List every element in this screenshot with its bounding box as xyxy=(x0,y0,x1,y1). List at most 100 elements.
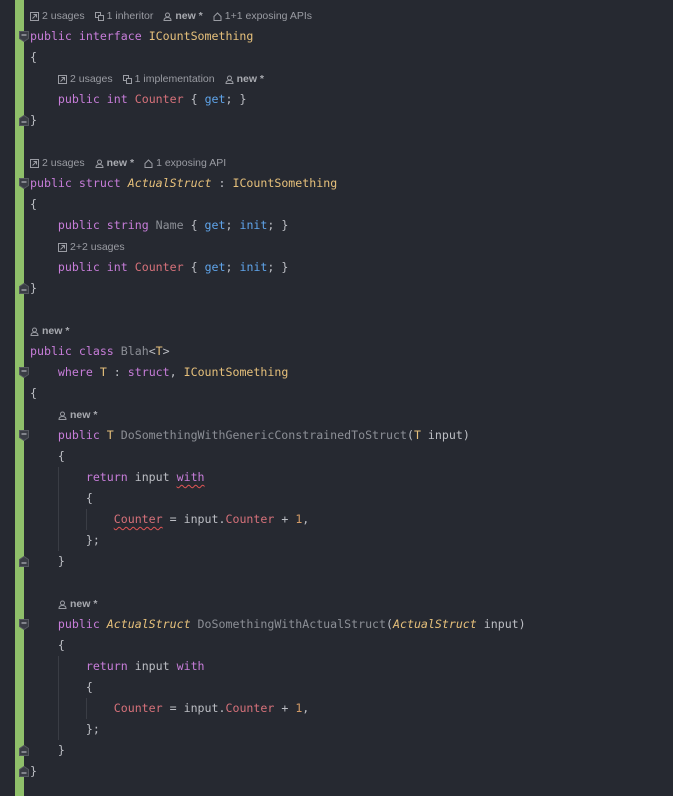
code-line[interactable]: }; xyxy=(30,530,100,551)
code-vision-hints-struct: 2 usages new * 1 exposing API xyxy=(30,155,226,171)
keyword: public xyxy=(30,176,72,190)
interface-name: ICountSomething xyxy=(183,365,289,379)
hint-label: new * xyxy=(236,73,265,85)
author-icon xyxy=(163,12,172,21)
interface-name: ICountSomething xyxy=(232,176,338,190)
type-parameter: T xyxy=(155,344,163,358)
code-line[interactable]: public class Blah<T> xyxy=(30,341,170,362)
code-line[interactable]: } xyxy=(30,551,65,572)
code-line[interactable]: public string Name { get; init; } xyxy=(30,215,288,236)
code-vision-hint[interactable]: new * xyxy=(225,71,264,87)
code-editor[interactable]: 2 usages 1 inheritor new * 1+1 exposing API… xyxy=(0,0,673,796)
accessor: init xyxy=(239,260,268,274)
code-line[interactable]: { xyxy=(30,488,93,509)
code-vision-hint[interactable]: 1 exposing API xyxy=(144,155,226,171)
author-icon xyxy=(30,327,39,336)
fold-collapse-icon[interactable] xyxy=(19,367,29,378)
keyword: interface xyxy=(78,29,142,43)
code-vision-hints-interface: 2 usages 1 inheritor new * 1+1 exposing API… xyxy=(30,8,312,24)
code-vision-hint[interactable]: 2 usages xyxy=(30,155,85,171)
hint-label: new * xyxy=(106,157,135,169)
keyword: public xyxy=(30,344,72,358)
code-line[interactable]: where T : struct, ICountSomething xyxy=(30,362,288,383)
code-line[interactable]: public ActualStruct DoSomethingWithActua… xyxy=(30,614,526,635)
keyword: int xyxy=(106,92,128,106)
code-line[interactable]: public int Counter { get; init; } xyxy=(30,257,288,278)
code-line[interactable]: public int Counter { get; } xyxy=(30,89,247,110)
code-vision-hint[interactable]: 1 inheritor xyxy=(94,8,153,24)
fold-end-icon[interactable] xyxy=(19,745,29,756)
keyword: int xyxy=(106,260,128,274)
hint-label: 2+2 usages xyxy=(70,241,125,253)
usages-icon xyxy=(30,11,39,21)
code-vision-hint[interactable]: 2+2 usages xyxy=(58,239,125,255)
code-vision-hints-struct-counter: 2+2 usages xyxy=(58,239,125,255)
code-vision-hint[interactable]: new * xyxy=(163,8,203,24)
hint-label: 1 implementation xyxy=(134,73,215,85)
code-vision-hint[interactable]: 2 usages xyxy=(58,71,113,87)
code-line[interactable]: { xyxy=(30,635,65,656)
fold-end-icon[interactable] xyxy=(19,556,29,567)
brace: } xyxy=(30,764,37,778)
method-name: DoSomethingWithActualStruct xyxy=(197,617,387,631)
keyword: struct xyxy=(127,365,170,379)
keyword: public xyxy=(30,29,72,43)
author-icon xyxy=(95,159,104,168)
hint-label: new * xyxy=(70,409,98,421)
code-line[interactable]: } xyxy=(30,278,37,299)
code-line[interactable]: { xyxy=(30,677,93,698)
hint-label: 2 usages xyxy=(42,157,85,169)
parameter-name: input xyxy=(134,659,170,673)
interface-name: ICountSomething xyxy=(148,29,254,43)
code-line[interactable]: } xyxy=(30,740,65,761)
code-line[interactable]: }; xyxy=(30,719,100,740)
usages-icon xyxy=(58,242,67,252)
hint-label: 1 exposing API xyxy=(156,157,227,169)
code-line[interactable]: public T DoSomethingWithGenericConstrain… xyxy=(30,425,470,446)
code-vision-hint[interactable]: 1 implementation xyxy=(122,71,215,87)
code-vision-hint[interactable]: 2 usages xyxy=(30,8,85,24)
number-literal: 1 xyxy=(295,701,303,715)
code-line[interactable]: Counter = input.Counter + 1, xyxy=(30,509,310,530)
code-line[interactable]: return input with xyxy=(30,656,205,677)
keyword: public xyxy=(57,260,100,274)
brace: { xyxy=(85,680,93,694)
code-vision-hint[interactable]: new * xyxy=(95,155,134,171)
property-name: Counter xyxy=(134,260,184,274)
code-line[interactable]: return input with xyxy=(30,467,205,488)
fold-collapse-icon[interactable] xyxy=(19,31,29,42)
code-line[interactable]: { xyxy=(30,383,37,404)
code-line[interactable]: Counter = input.Counter + 1, xyxy=(30,698,310,719)
parameter-name: input xyxy=(183,512,219,526)
hint-label: 2 usages xyxy=(42,10,85,22)
property-name: Name xyxy=(155,218,184,232)
code-line[interactable]: } xyxy=(30,761,37,782)
code-line[interactable]: { xyxy=(30,446,65,467)
code-vision-hint[interactable]: new * xyxy=(58,407,97,423)
code-line[interactable]: { xyxy=(30,47,37,68)
keyword: where xyxy=(57,365,93,379)
fold-end-icon[interactable] xyxy=(19,283,29,294)
keyword: return xyxy=(85,470,128,484)
fold-end-icon[interactable] xyxy=(19,115,29,126)
code-vision-hint[interactable]: 1+1 exposing APIs xyxy=(213,8,312,24)
code-vision-hint[interactable]: new * xyxy=(58,596,97,612)
brace: { xyxy=(57,638,65,652)
hint-label: 1+1 exposing APIs xyxy=(224,10,313,22)
code-line[interactable]: { xyxy=(30,194,37,215)
fold-collapse-icon[interactable] xyxy=(19,178,29,189)
code-vision-hint[interactable]: new * xyxy=(30,323,69,339)
brace: } xyxy=(57,743,65,757)
fold-collapse-icon[interactable] xyxy=(19,619,29,630)
fold-end-icon[interactable] xyxy=(19,766,29,777)
type-parameter: T xyxy=(99,365,107,379)
usages-icon xyxy=(30,158,39,168)
code-line[interactable]: } xyxy=(30,110,37,131)
code-line[interactable]: public struct ActualStruct : ICountSomet… xyxy=(30,173,337,194)
keyword: public xyxy=(57,218,100,232)
fold-collapse-icon[interactable] xyxy=(19,430,29,441)
brace: }; xyxy=(85,533,100,547)
brace: } xyxy=(30,113,37,127)
author-icon xyxy=(58,411,67,420)
code-line[interactable]: public interface ICountSomething xyxy=(30,26,253,47)
